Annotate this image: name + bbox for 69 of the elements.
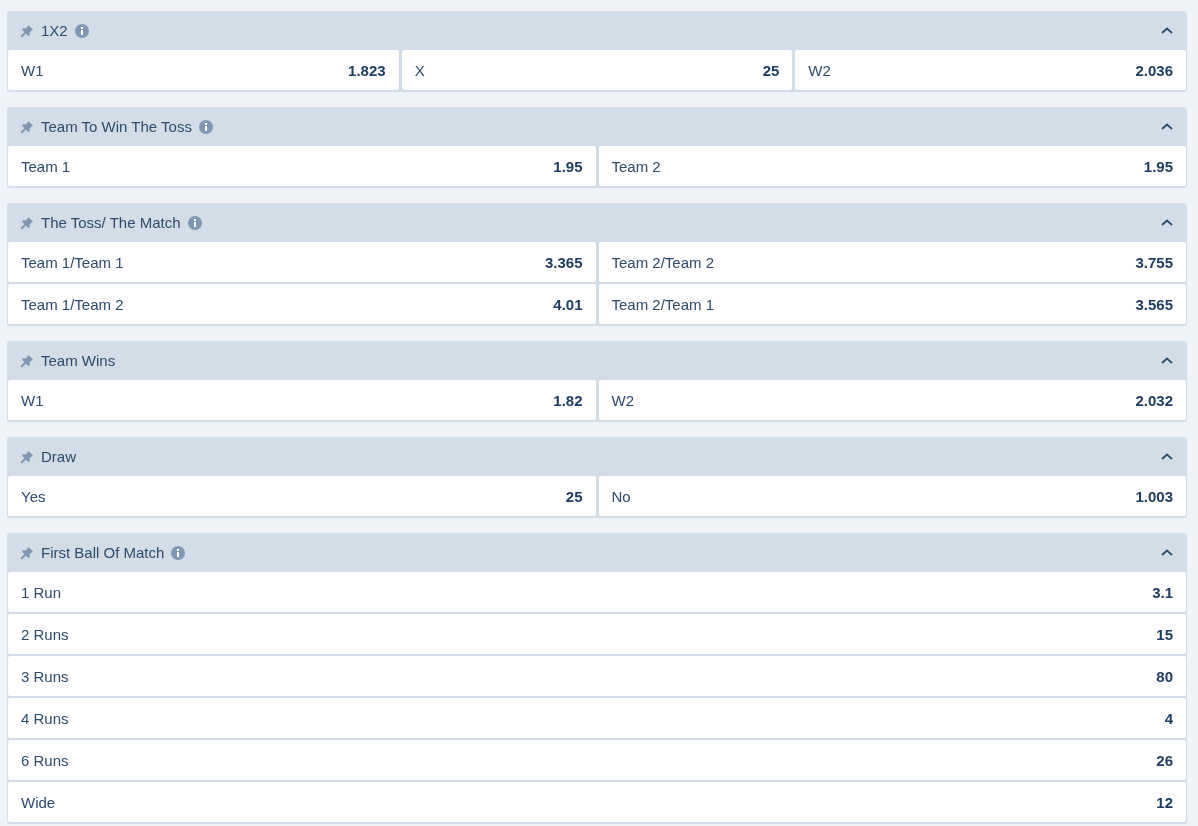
odds-value: 26	[1156, 751, 1173, 769]
outcome-label: Team 1	[21, 157, 71, 175]
odds-button[interactable]: Team 2/Team 1 3.565	[598, 284, 1186, 324]
odds-button[interactable]: Wide 12	[8, 782, 1186, 822]
odds-value: 1.95	[1143, 157, 1173, 175]
odds-button[interactable]: W1 1.823	[8, 50, 399, 90]
odds-button[interactable]: W2 2.036	[795, 50, 1186, 90]
outcome-label: Team 1/Team 2	[21, 295, 124, 313]
odds-value: 1.003	[1135, 487, 1173, 505]
outcome-label: W2	[611, 391, 634, 409]
outcome-label: 6 Runs	[21, 751, 69, 769]
outcome-label: Team 1/Team 1	[21, 253, 124, 271]
odds-value: 2.032	[1135, 391, 1173, 409]
odds-button[interactable]: Team 1 1.95	[8, 146, 596, 186]
market-title: Team Wins	[41, 352, 116, 369]
odds-button[interactable]: W1 1.82	[8, 380, 596, 420]
market-title: Team To Win The Toss	[41, 118, 192, 135]
odds-button[interactable]: Team 1/Team 2 4.01	[8, 284, 596, 324]
outcome-label: X	[414, 61, 425, 79]
odds-button[interactable]: W2 2.032	[598, 380, 1186, 420]
odds-value: 3.565	[1135, 295, 1173, 313]
odds-value: 1.823	[348, 61, 386, 79]
odds-value: 15	[1156, 625, 1173, 643]
market-title: Draw	[41, 448, 76, 465]
odds-value: 4.01	[553, 295, 583, 313]
market-title: First Ball Of Match	[41, 544, 165, 561]
outcome-label: Team 2/Team 1	[611, 295, 715, 313]
market-header[interactable]: The Toss/ The Match	[7, 203, 1187, 242]
odds-value: 12	[1156, 793, 1173, 811]
odds-value: 80	[1156, 667, 1173, 685]
market-header[interactable]: Team Wins	[7, 341, 1187, 380]
odds-button[interactable]: 3 Runs 80	[8, 656, 1186, 696]
market-header[interactable]: Team To Win The Toss	[7, 107, 1187, 146]
odds-value: 4	[1164, 709, 1173, 727]
odds-value: 1.95	[553, 157, 583, 175]
odds-button[interactable]: 6 Runs 26	[8, 740, 1186, 780]
market-title: 1X2	[41, 22, 68, 39]
outcome-label: 3 Runs	[21, 667, 69, 685]
odds-value: 3.1	[1152, 583, 1173, 601]
market-header[interactable]: First Ball Of Match	[7, 533, 1187, 572]
odds-button[interactable]: Team 2 1.95	[598, 146, 1186, 186]
outcome-label: 1 Run	[21, 583, 62, 601]
outcome-label: 2 Runs	[21, 625, 69, 643]
odds-value: 3.755	[1135, 253, 1173, 271]
odds-button[interactable]: No 1.003	[598, 476, 1186, 516]
outcome-label: No	[611, 487, 631, 505]
odds-button[interactable]: Yes 25	[8, 476, 596, 516]
outcome-label: 4 Runs	[21, 709, 69, 727]
odds-value: 25	[762, 61, 780, 79]
odds-button[interactable]: Team 1/Team 1 3.365	[8, 242, 596, 282]
odds-button[interactable]: X 25	[401, 50, 793, 90]
odds-button[interactable]: 1 Run 3.1	[8, 572, 1186, 612]
odds-value: 25	[565, 487, 583, 505]
outcome-label: W1	[21, 391, 44, 409]
odds-button[interactable]: 2 Runs 15	[8, 614, 1186, 654]
odds-value: 1.82	[553, 391, 583, 409]
market-title: The Toss/ The Match	[41, 214, 181, 231]
outcome-label: Wide	[21, 793, 56, 811]
odds-button[interactable]: 4 Runs 4	[8, 698, 1186, 738]
odds-button[interactable]: Team 2/Team 2 3.755	[598, 242, 1186, 282]
outcome-label: W1	[21, 61, 44, 79]
odds-value: 3.365	[544, 253, 583, 271]
outcome-label: Yes	[21, 487, 46, 505]
market-header[interactable]: 1X2	[7, 11, 1187, 50]
odds-value: 2.036	[1135, 61, 1173, 79]
outcome-label: Team 2	[611, 157, 661, 175]
market-header[interactable]: Draw	[7, 437, 1187, 476]
outcome-label: Team 2/Team 2	[611, 253, 715, 271]
outcome-label: W2	[808, 61, 831, 79]
